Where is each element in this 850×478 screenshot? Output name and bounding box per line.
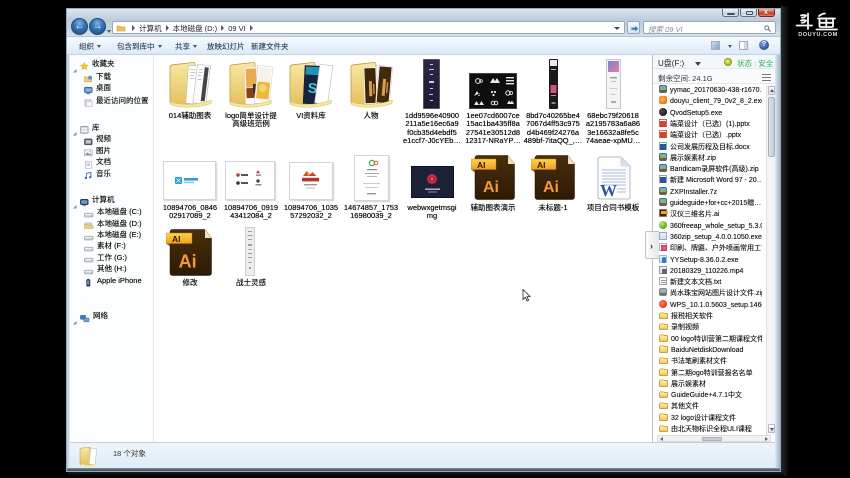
svg-text:Ai: Ai (179, 252, 197, 272)
svg-text:Ai: Ai (483, 179, 499, 196)
svg-text:AI: AI (477, 160, 486, 170)
svg-text:W: W (600, 181, 617, 200)
svg-text:AI: AI (172, 234, 181, 244)
svg-text:AI: AI (537, 160, 546, 170)
svg-text:Ai: Ai (543, 179, 559, 196)
